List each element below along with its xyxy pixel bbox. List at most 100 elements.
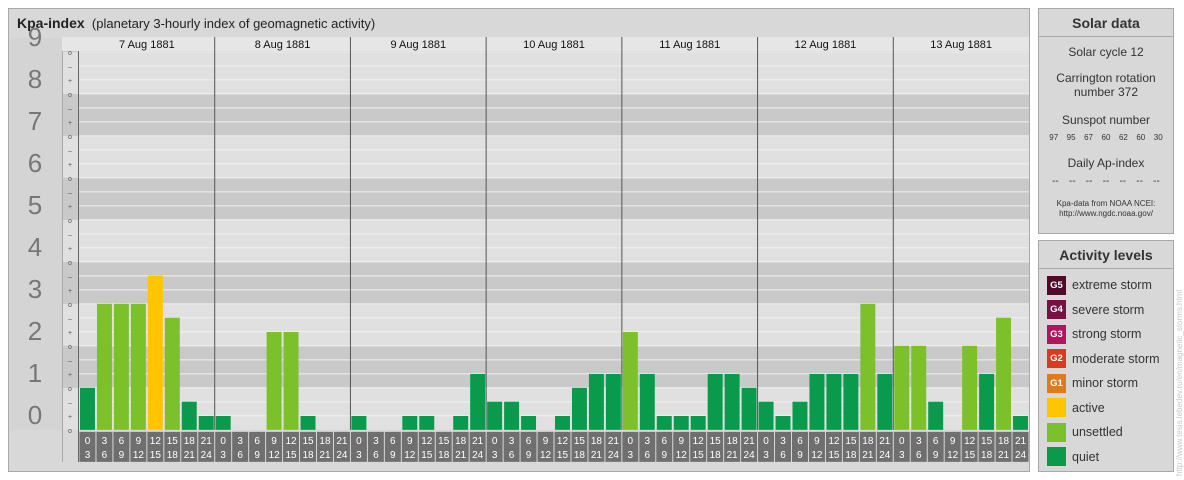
sunspot-value: 60 <box>1101 133 1111 142</box>
hour-label-end: 24 <box>879 450 891 461</box>
day-label: 12 Aug 1881 <box>795 39 857 51</box>
sunspot-value: 67 <box>1084 133 1093 142</box>
ap-value: -- <box>1068 176 1076 187</box>
hour-label-end: 24 <box>472 450 484 461</box>
hour-label-end: 18 <box>438 450 450 461</box>
kp-bar <box>962 345 978 430</box>
carrington-line1: Carrington rotation <box>1056 71 1156 85</box>
legend-item: G2 moderate storm <box>1047 349 1160 369</box>
kp-bar <box>96 303 112 430</box>
y-tick-label: 8 <box>28 64 42 94</box>
y-tick-label: 6 <box>28 148 42 178</box>
hour-label-end: 9 <box>526 450 532 461</box>
hour-label-end: 12 <box>404 450 416 461</box>
kp-bar <box>860 303 876 430</box>
kp-bar <box>809 374 825 430</box>
kp-bar <box>741 387 757 430</box>
y-minor-label: + <box>68 162 72 169</box>
hour-label-start: 6 <box>933 436 939 447</box>
activity-levels-panel: Activity levels G5 extreme storm G4 severe … <box>1038 240 1174 472</box>
hour-label-end: 6 <box>916 450 922 461</box>
kp-bar <box>690 416 706 430</box>
hour-label-start: 3 <box>645 436 651 447</box>
legend-label: severe storm <box>1072 302 1145 317</box>
kp-band <box>62 303 1029 346</box>
legend-label: active <box>1072 400 1105 415</box>
kp-bar <box>928 401 944 430</box>
kp-band <box>62 135 1029 178</box>
kp-bar <box>487 401 503 430</box>
y-minor-label: – <box>68 400 72 407</box>
hour-label-end: 3 <box>85 450 91 461</box>
y-minor-label: – <box>68 190 72 197</box>
y-minor-label: o <box>68 428 72 435</box>
hour-label-start: 6 <box>797 436 803 447</box>
day-label: 7 Aug 1881 <box>119 39 175 51</box>
sunspot-value: 97 <box>1049 133 1059 142</box>
legend-item: G3 strong storm <box>1047 324 1141 344</box>
y-minor-label: – <box>68 316 72 323</box>
hour-label-end: 3 <box>763 450 769 461</box>
kp-bar <box>453 416 469 430</box>
day-label: 13 Aug 1881 <box>930 39 992 51</box>
credit-link[interactable]: http://www.tesis.lebedev.ru/en/magnetic_… <box>1175 246 1184 476</box>
hour-label-start: 21 <box>472 436 484 447</box>
kp-band <box>62 177 1029 220</box>
kp-bar <box>283 332 299 430</box>
kp-bar <box>164 317 180 430</box>
kp-bar <box>470 374 486 430</box>
ap-value: -- <box>1136 176 1143 187</box>
kp-bar <box>1013 416 1028 430</box>
legend-swatch <box>1047 447 1066 466</box>
hour-label-start: 3 <box>237 436 243 447</box>
kp-bar <box>215 416 231 430</box>
hour-label-start: 15 <box>167 436 179 447</box>
sunspot-value: 60 <box>1136 133 1146 142</box>
hour-label-end: 3 <box>628 450 634 461</box>
hour-label-end: 24 <box>1015 450 1027 461</box>
kp-bar <box>521 416 537 430</box>
hour-label-start: 9 <box>136 436 142 447</box>
kp-bar <box>80 387 95 430</box>
kp-bar <box>419 416 435 430</box>
hour-label-start: 15 <box>438 436 450 447</box>
hour-label-start: 15 <box>981 436 993 447</box>
source-link[interactable]: http://www.ngdc.noaa.gov/ <box>1039 209 1173 219</box>
kp-band <box>62 219 1029 262</box>
hour-label-start: 6 <box>119 436 125 447</box>
hour-label-start: 6 <box>390 436 396 447</box>
solar-data-title: Solar data <box>1039 9 1173 37</box>
hour-label-end: 6 <box>509 450 515 461</box>
kp-band <box>62 261 1029 304</box>
ap-values: -- -- -- -- -- -- -- <box>1039 176 1173 187</box>
legend-item: G4 severe storm <box>1047 300 1144 320</box>
hour-label-end: 24 <box>201 450 213 461</box>
kp-bar <box>351 416 367 430</box>
kp-bar <box>877 374 893 430</box>
day-label: 9 Aug 1881 <box>390 39 446 51</box>
hour-label-end: 15 <box>150 450 162 461</box>
kp-bar <box>402 416 418 430</box>
kp-band <box>62 93 1029 136</box>
y-minor-label: o <box>68 134 72 141</box>
y-minor-label: – <box>68 148 72 155</box>
y-minor-label: o <box>68 386 72 393</box>
hour-label-start: 9 <box>271 436 277 447</box>
kp-bar <box>588 374 604 430</box>
hour-label-end: 21 <box>319 450 331 461</box>
hour-label-start: 12 <box>964 436 976 447</box>
day-label: 11 Aug 1881 <box>659 39 720 51</box>
legend-swatch <box>1047 422 1066 442</box>
kp-bar <box>758 401 774 430</box>
solar-data-panel: Solar data Solar cycle 12 Carrington rot… <box>1038 8 1174 234</box>
legend-label: unsettled <box>1072 425 1123 439</box>
day-label: 8 Aug 1881 <box>255 39 311 51</box>
hour-label-start: 15 <box>710 436 722 447</box>
kp-band <box>62 51 1029 94</box>
kp-bar <box>504 401 520 430</box>
hour-label-end: 12 <box>947 450 959 461</box>
hour-label-end: 9 <box>254 450 260 461</box>
hour-label-start: 21 <box>1015 436 1027 447</box>
hour-label-start: 0 <box>899 436 905 447</box>
hour-label-start: 6 <box>526 436 532 447</box>
